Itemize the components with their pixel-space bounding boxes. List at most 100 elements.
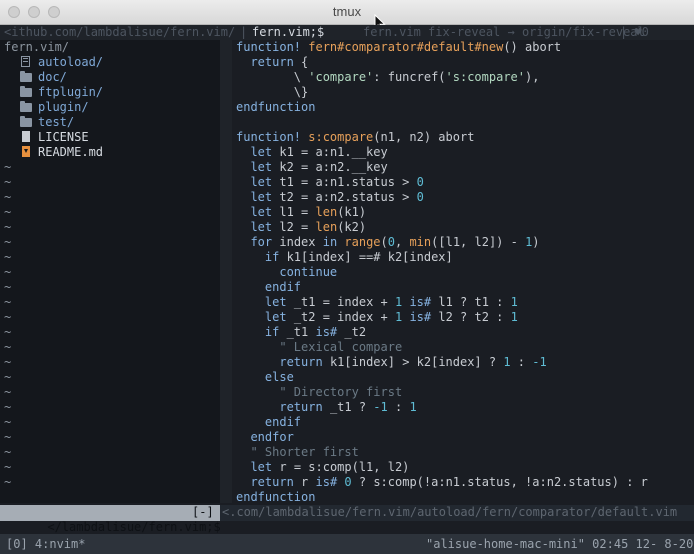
statusline-left: </lambdalisue/fern.vim;$ [0, 505, 221, 534]
empty-line-marker: ~ [4, 325, 12, 339]
code-line[interactable]: let _t1 = index + 1 is# l1 ? t1 : 1 [236, 295, 518, 310]
code-line[interactable]: return k1[index] > k2[index] ? 1 : -1 [236, 355, 546, 370]
code-token: index [272, 235, 323, 249]
code-token: 1 [510, 310, 518, 324]
code-token: l1 ? t1 : [431, 295, 511, 309]
code-token: _t2 = index + [286, 310, 395, 324]
code-line[interactable]: \} [236, 85, 308, 100]
code-token: fern#comparator#default#new [308, 40, 504, 54]
book-icon [20, 56, 32, 67]
code-line[interactable]: endfunction [236, 490, 315, 505]
code-line[interactable]: " Directory first [236, 385, 402, 400]
code-token: 's:compare' [445, 70, 526, 84]
code-token: endfor [250, 430, 294, 444]
code-line[interactable]: if k1[index] ==# k2[index] [236, 250, 453, 265]
code-line[interactable]: endfor [236, 430, 294, 445]
code-token: is# [409, 295, 432, 309]
vertical-split[interactable] [220, 40, 232, 503]
tab-active[interactable]: fern.vim;$ [252, 25, 324, 40]
code-line[interactable]: let k2 = a:n2.__key [236, 160, 388, 175]
vim-statusline: </lambdalisue/fern.vim;$ [-] <.com/lambd… [0, 505, 694, 534]
tab-path[interactable]: <ithub.com/lambdalisue/fern.vim/ [4, 25, 235, 40]
code-line[interactable]: endif [236, 415, 301, 430]
code-token: range [344, 235, 381, 249]
tree-item[interactable]: test/ [20, 115, 74, 130]
code-token: \} [236, 85, 309, 99]
code-token: k2 = a:n2.__key [272, 160, 388, 174]
code-line[interactable]: let _t2 = index + 1 is# l2 ? t2 : 1 [236, 310, 518, 325]
statusline-file-path: <.com/lambdalisue/fern.vim/autoload/fern… [222, 505, 678, 519]
tree-item[interactable]: doc/ [20, 70, 67, 85]
code-line[interactable]: endfunction [236, 100, 315, 115]
code-token: 'compare' [308, 70, 374, 84]
empty-line-marker: ~ [4, 370, 12, 384]
code-line[interactable]: function! s:compare(n1, n2) abort [236, 130, 474, 145]
code-token: let [250, 460, 273, 474]
window-title: tmux [332, 4, 362, 19]
code-token: let [250, 175, 273, 189]
empty-line-marker: ~ [4, 280, 12, 294]
code-token: , [395, 235, 410, 249]
tmux-host-clock: "alisue-home-mac-mini" 02:45 12- 8-20 [426, 537, 694, 551]
code-line[interactable]: return _t1 ? -1 : 1 [236, 400, 416, 415]
code-line[interactable]: if _t1 is# _t2 [236, 325, 366, 340]
code-line[interactable]: let k1 = a:n1.__key [236, 145, 387, 160]
code-line[interactable]: \ 'compare': funcref('s:compare'), [236, 70, 540, 85]
code-line[interactable]: let t2 = a:n2.status > 0 [236, 190, 424, 205]
code-token: 0 [387, 235, 395, 249]
code-line[interactable]: return r is# 0 ? s:comp(!a:n1.status, !a… [236, 475, 647, 490]
code-token: endif [264, 280, 302, 294]
code-token: let [264, 310, 287, 324]
code-line[interactable]: for index in range(0, min([l1, l2]) - 1) [236, 235, 539, 250]
code-line[interactable]: let l1 = len(k1) [236, 205, 366, 220]
code-token: 0 [416, 190, 424, 204]
readme-file-icon [20, 146, 32, 157]
empty-line-marker: ~ [4, 415, 12, 429]
tree-root[interactable]: fern.vim/ [4, 40, 69, 55]
title-bar[interactable]: tmux [0, 0, 694, 32]
folder-icon [20, 101, 32, 112]
code-line[interactable]: function! fern#comparator#default#new() … [236, 40, 561, 55]
code-token: min [409, 235, 432, 249]
tree-item[interactable]: ftplugin/ [20, 85, 103, 100]
code-token: 1 [503, 355, 511, 369]
code-token: return [250, 475, 294, 489]
tree-item[interactable]: plugin/ [20, 100, 89, 115]
code-token: let [264, 295, 287, 309]
code-line[interactable]: return { [236, 55, 308, 70]
code-line[interactable]: let r = s:comp(l1, l2) [236, 460, 409, 475]
code-token: { [293, 55, 309, 69]
tree-item[interactable]: autoload/ [20, 55, 103, 70]
code-line[interactable]: " Lexical compare [236, 340, 402, 355]
code-token: return [279, 355, 323, 369]
code-token: len [315, 205, 338, 219]
code-line[interactable]: endif [236, 280, 301, 295]
code-line[interactable]: let l2 = len(k2) [236, 220, 366, 235]
tmux-window-list[interactable]: [0] 4:nvim* [6, 537, 85, 552]
code-token: r [293, 475, 316, 489]
tab-branch-info: fern.vim fix-reveal → origin/fix-reveal [363, 25, 645, 39]
code-editor[interactable]: function! fern#comparator#default#new() … [232, 40, 694, 505]
empty-line-marker: ~ [4, 355, 12, 369]
fern-file-tree[interactable]: fern.vim/autoload/doc/ftplugin/plugin/te… [0, 40, 220, 503]
code-token: 1 [510, 295, 518, 309]
code-token: " Lexical compare [279, 340, 403, 354]
tree-item[interactable]: LICENSE [20, 130, 89, 145]
code-line[interactable]: else [236, 370, 294, 385]
tree-item[interactable]: README.md [20, 145, 103, 160]
empty-line-marker: ~ [4, 310, 12, 324]
code-line[interactable]: let t1 = a:n1.status > 0 [236, 175, 423, 190]
code-token: t2 = a:n2.status > [272, 190, 417, 204]
code-token: ([l1, l2]) - [431, 235, 526, 249]
code-line[interactable]: " Shorter first [236, 445, 358, 460]
code-line[interactable]: continue [236, 265, 337, 280]
code-token: _t1 ? [322, 400, 374, 414]
